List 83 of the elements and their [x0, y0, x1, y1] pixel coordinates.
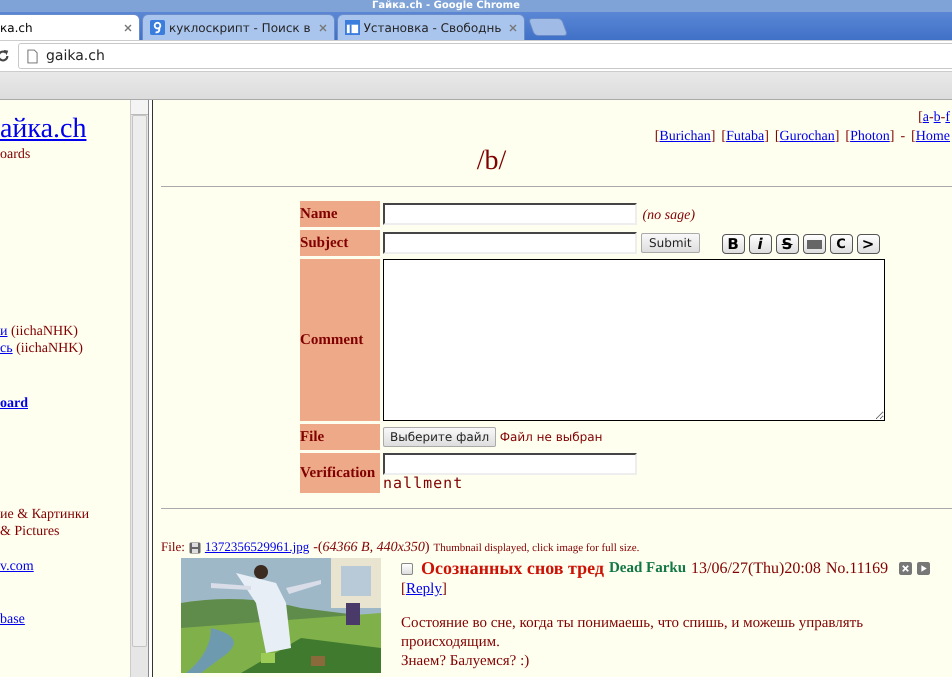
- comment-field[interactable]: [383, 259, 885, 421]
- message-text: Состояние во сне, когда ты понимаешь, что спишь, и можешь управлять происходящим.: [401, 614, 864, 652]
- post-number[interactable]: No.11169: [826, 560, 888, 578]
- form-label: Verification: [300, 453, 380, 493]
- scrollbar[interactable]: [130, 100, 148, 677]
- bracket: ]: [710, 129, 716, 144]
- post-date: 13/06/27(Thu)20:08: [691, 560, 821, 578]
- form-label: Name: [300, 201, 380, 227]
- site-logo-link[interactable]: айка.ch: [0, 113, 86, 144]
- delete-icon[interactable]: [899, 562, 912, 575]
- board-link[interactable]: и: [0, 324, 8, 339]
- board-title: /b/: [476, 145, 506, 176]
- nav-link[interactable]: b: [934, 110, 941, 125]
- window-title: Гайка.ch - Google Chrome: [372, 0, 520, 12]
- nav-link[interactable]: Gurochan: [780, 129, 835, 144]
- bracket: [: [721, 129, 726, 144]
- spoiler-button[interactable]: [802, 234, 826, 254]
- form-label: Comment: [300, 259, 380, 421]
- bracket: -: [900, 129, 906, 144]
- bracket: [: [911, 129, 916, 144]
- browser-tab[interactable]: куклоскрипт - Поиск в: [142, 14, 335, 40]
- form-label: File: [300, 424, 380, 450]
- nav-link[interactable]: Futaba: [726, 129, 764, 144]
- post-subject: Осознанных снов тред: [421, 558, 604, 579]
- message-text: Знаем? Балуемся? :): [401, 652, 530, 671]
- bracket: [: [774, 129, 780, 144]
- menu-text: ие & Картинки: [0, 507, 90, 522]
- play-icon[interactable]: [917, 562, 930, 575]
- format-button[interactable]: i: [748, 234, 772, 254]
- address-bar[interactable]: gaika.ch: [18, 43, 952, 69]
- bracket: [: [845, 129, 850, 144]
- post-checkbox[interactable]: [401, 562, 413, 574]
- format-button[interactable]: >: [856, 234, 880, 254]
- browser-tab[interactable]: Установка - Свободнь: [336, 14, 526, 40]
- bracket: -: [928, 110, 934, 125]
- file-status: Файл не выбран: [500, 430, 602, 444]
- nav-link[interactable]: a: [922, 110, 929, 125]
- name-field[interactable]: [383, 203, 637, 225]
- close-icon[interactable]: [318, 24, 327, 32]
- floppy-icon: [188, 542, 201, 554]
- file-link[interactable]: 1372356529961.jpg: [204, 539, 310, 555]
- page-icon: [27, 48, 38, 64]
- thumbnail-note: Thumbnail displayed, click image for full size.: [433, 542, 640, 554]
- bracket: ]: [834, 129, 840, 144]
- verification-field[interactable]: [383, 453, 637, 475]
- menu-text: oards: [0, 147, 30, 162]
- post-author: Dead Farku: [608, 560, 686, 577]
- submit-button[interactable]: Submit: [641, 233, 700, 254]
- menu-text: & Pictures: [0, 524, 60, 539]
- file-label: File:: [161, 539, 185, 555]
- bracket: [: [401, 581, 406, 597]
- bracket: [: [918, 110, 923, 125]
- board-link[interactable]: oard: [0, 396, 28, 411]
- file-meta: -(64366 B, 440x350): [313, 540, 430, 556]
- layout-icon: [344, 20, 360, 35]
- bracket: -: [940, 110, 946, 125]
- nav-link[interactable]: f: [945, 110, 950, 125]
- board-note: (iichaNHK): [16, 341, 83, 356]
- reply-link[interactable]: Reply: [406, 581, 442, 597]
- bracket: ]: [764, 129, 769, 144]
- close-icon[interactable]: [124, 24, 132, 32]
- nav-link[interactable]: Burichan: [659, 129, 711, 144]
- choose-file-button[interactable]: Выберите файл: [383, 427, 496, 447]
- bracket: [: [654, 129, 660, 144]
- browser-tab[interactable]: ка.ch: [0, 14, 140, 40]
- subject-field[interactable]: [383, 232, 637, 254]
- format-button[interactable]: S: [776, 234, 799, 254]
- format-button[interactable]: B: [722, 234, 745, 254]
- new-tab-button[interactable]: [528, 18, 569, 36]
- close-icon[interactable]: [509, 24, 518, 32]
- nav-link[interactable]: Photon: [850, 129, 890, 144]
- site-link[interactable]: base: [0, 612, 25, 627]
- captcha-text: nallment: [383, 474, 464, 492]
- reload-icon[interactable]: [0, 49, 10, 63]
- bracket: ]: [890, 129, 894, 144]
- site-link[interactable]: v.com: [0, 559, 34, 574]
- nav-link[interactable]: Home: [916, 129, 950, 144]
- form-label: Subject: [300, 230, 380, 256]
- bracket: ]: [442, 581, 447, 597]
- sage-note: (no sage): [642, 208, 695, 222]
- board-link[interactable]: сь: [0, 341, 13, 356]
- format-button[interactable]: C: [830, 234, 853, 254]
- board-note: (iichaNHK): [11, 324, 78, 339]
